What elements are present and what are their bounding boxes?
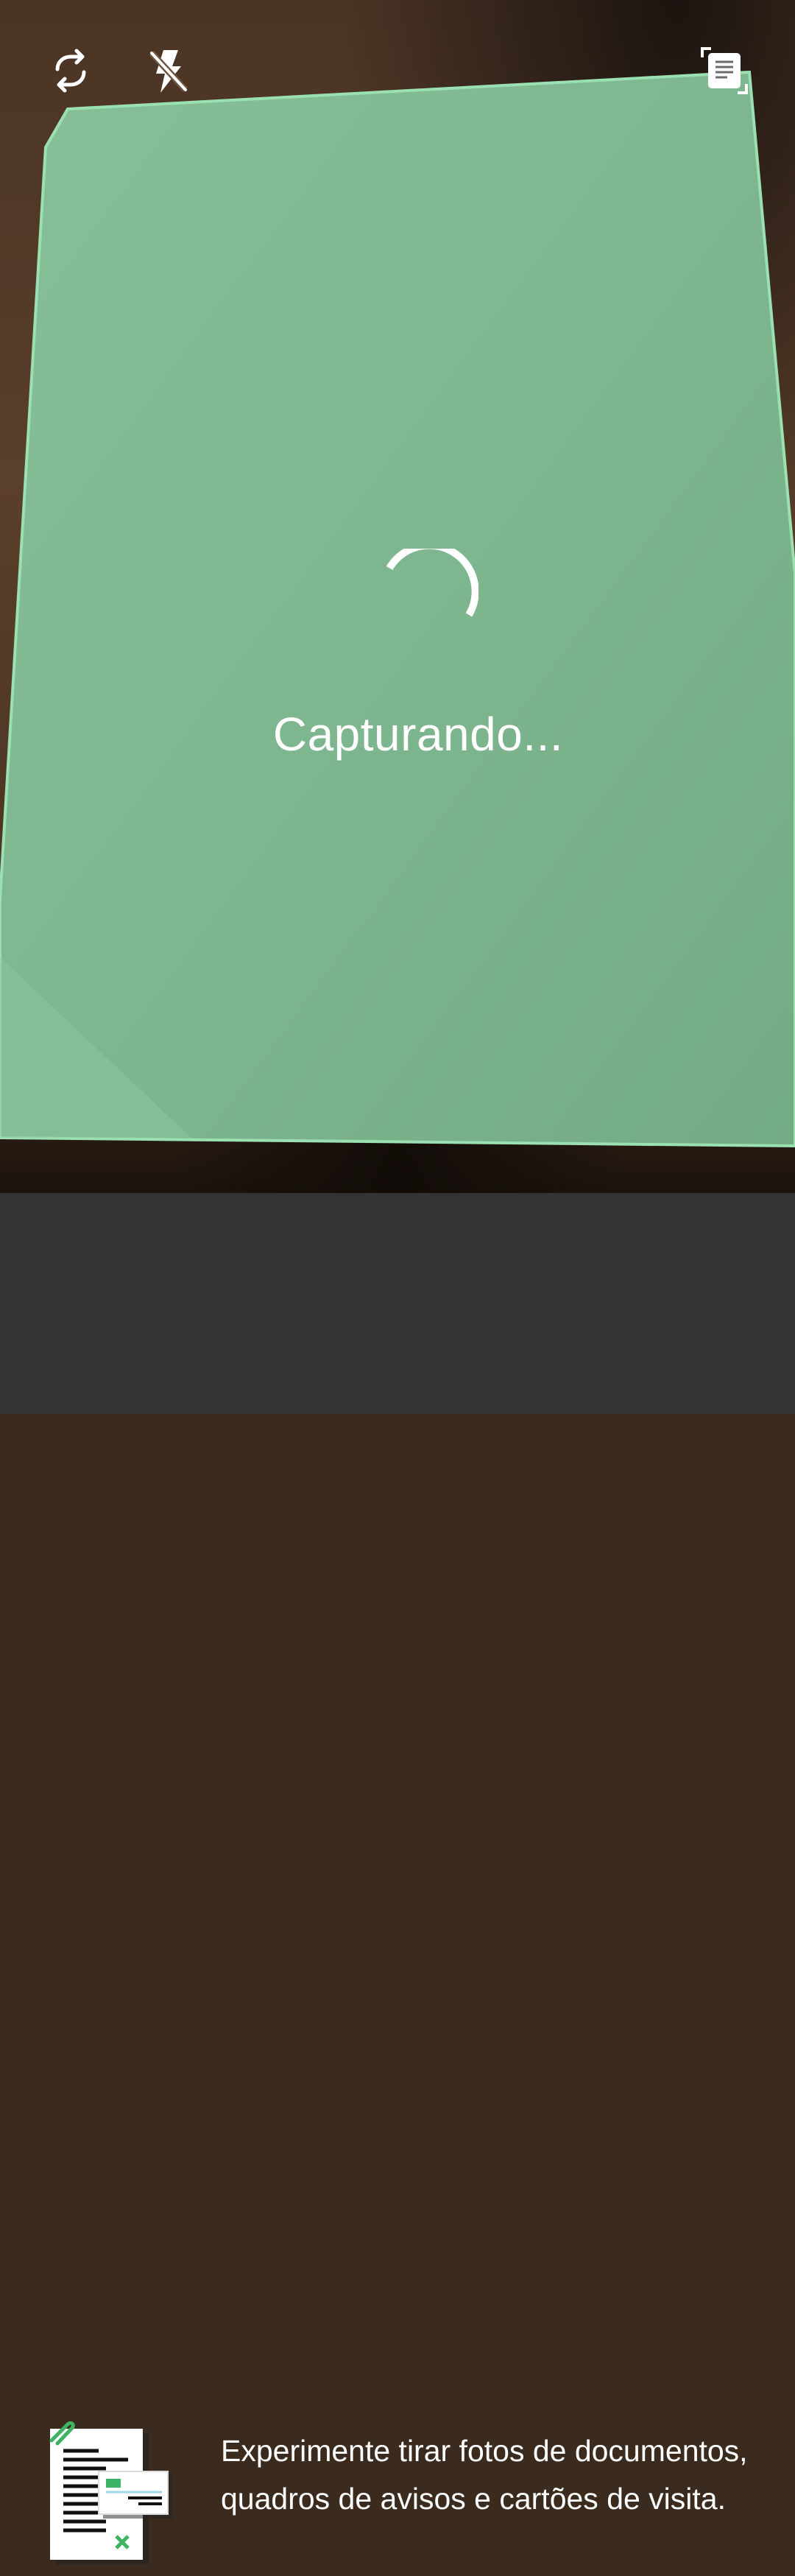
flash-toggle-button[interactable]: [132, 35, 203, 106]
tip-banner[interactable]: Experimente tirar fotos de documentos, q…: [0, 1193, 795, 2564]
capture-status-text: Capturando...: [272, 708, 564, 761]
document-scan-icon: [701, 47, 748, 94]
switch-camera-icon: [55, 49, 86, 93]
camera-viewfinder[interactable]: Capturando...: [0, 0, 795, 1193]
switch-camera-button[interactable]: [35, 35, 106, 106]
tip-text: Experimente tirar fotos de documentos, q…: [221, 2434, 748, 2516]
documents-illustration-icon: [49, 2421, 172, 2564]
flash-off-icon: [149, 50, 188, 93]
loading-spinner: [386, 549, 478, 617]
document-mode-button[interactable]: [689, 35, 760, 106]
